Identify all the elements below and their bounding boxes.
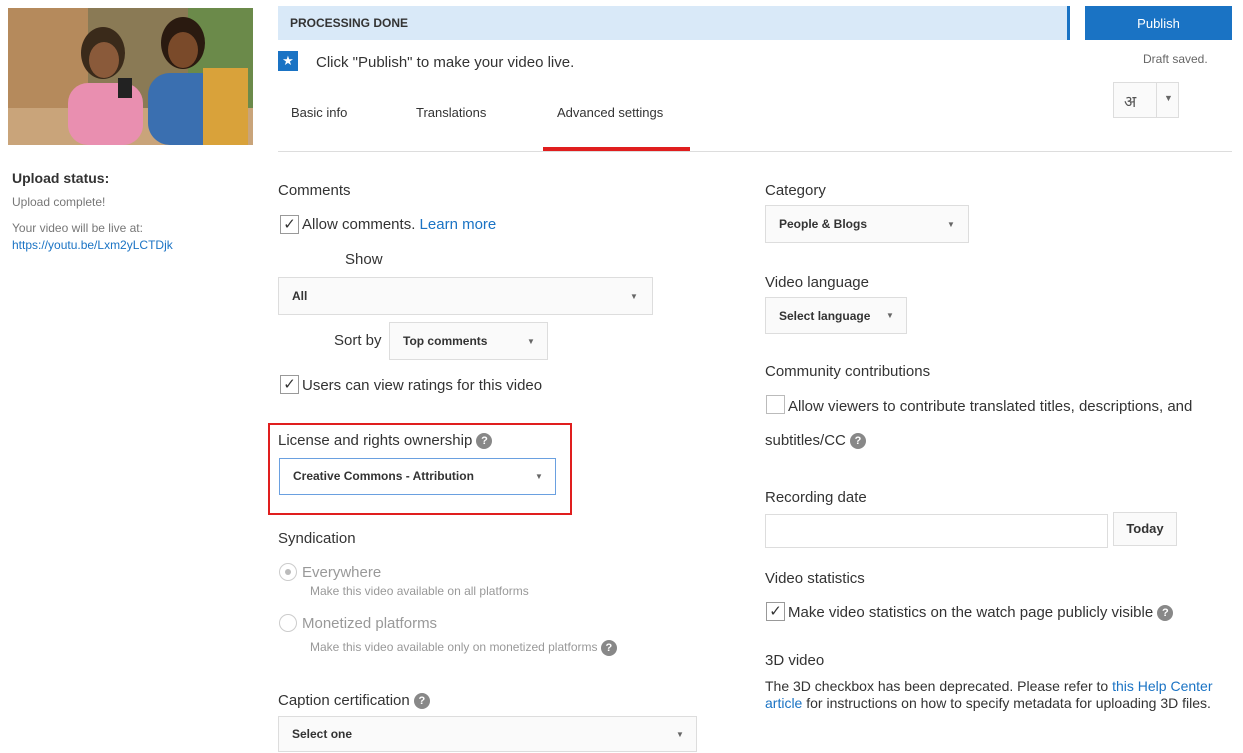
tab-translations[interactable]: Translations [416,105,486,120]
community-contributions-heading: Community contributions [765,363,931,380]
publish-button[interactable]: Publish [1085,6,1232,40]
video-language-heading: Video language [765,274,869,291]
allow-comments-text: Allow comments. [302,216,416,233]
community-contributions-label-line2: subtitles/CC [765,432,846,449]
help-icon[interactable]: ? [413,693,430,710]
help-icon[interactable]: ? [476,433,493,450]
monetized-label: Monetized platforms [302,615,438,632]
recording-date-heading: Recording date [765,489,867,506]
monetized-description: Make this video available only on moneti… [310,640,617,656]
allow-comments-label: Allow comments. Learn more [302,216,496,233]
language-glyph-icon: अ [1124,94,1137,111]
show-comments-value: All [292,289,308,303]
category-select[interactable]: People & Blogs ▼ [765,205,969,243]
caption-certification-label: Caption certification ? [278,692,430,710]
chevron-down-icon: ▼ [535,472,543,481]
3d-video-paragraph: The 3D checkbox has been deprecated. Ple… [765,678,1235,712]
3d-video-heading: 3D video [765,652,825,669]
learn-more-link[interactable]: Learn more [420,216,497,233]
3d-video-text-after: for instructions on how to specify metad… [802,695,1211,711]
chevron-down-icon: ▼ [527,337,535,346]
chevron-down-icon: ▼ [630,292,638,301]
everywhere-description: Make this video available on all platfor… [310,584,529,598]
monetized-description-text: Make this video available only on moneti… [310,640,598,655]
video-statistics-label: Make video statistics on the watch page … [788,604,1174,622]
monetized-radio[interactable] [279,614,297,632]
video-statistics-heading: Video statistics [765,570,865,587]
community-contributions-label: Allow viewers to contribute translated t… [788,398,1193,415]
license-heading-text: License and rights ownership [278,432,473,449]
syndication-heading: Syndication [278,530,356,547]
video-language-value: Select language [779,309,871,323]
category-heading: Category [765,182,826,199]
upload-status-text: Upload complete! [12,195,106,209]
upload-status-title: Upload status: [12,170,110,186]
tab-advanced-settings[interactable]: Advanced settings [557,105,663,120]
processing-status-bar: PROCESSING DONE [278,6,1070,40]
license-select[interactable]: Creative Commons - Attribution ▼ [279,458,556,495]
tab-basic-info[interactable]: Basic info [291,105,347,120]
today-button[interactable]: Today [1113,512,1177,546]
help-icon[interactable]: ? [1157,605,1174,622]
video-thumbnail [8,8,253,145]
category-value: People & Blogs [779,217,868,231]
video-url-link[interactable]: https://youtu.be/Lxm2yLCTDjk [12,238,173,252]
caption-certification-select[interactable]: Select one ▼ [278,716,697,752]
radio-selected-dot [285,569,291,575]
chevron-down-icon: ▼ [676,730,684,739]
show-comments-select[interactable]: All ▼ [278,277,653,315]
publish-hint-text: Click "Publish" to make your video live. [316,54,575,71]
sort-by-select[interactable]: Top comments ▼ [389,322,548,360]
license-heading: License and rights ownership ? [278,432,493,450]
comments-heading: Comments [278,182,351,199]
video-statistics-text: Make video statistics on the watch page … [788,604,1154,621]
sort-by-value: Top comments [403,334,488,348]
live-at-text: Your video will be live at: [12,221,143,235]
processing-status-text: PROCESSING DONE [290,16,409,30]
recording-date-input[interactable] [765,514,1108,548]
active-tab-indicator [543,147,690,151]
divider [1156,83,1157,117]
help-icon[interactable]: ? [850,433,867,450]
chevron-down-icon: ▼ [947,220,955,229]
view-ratings-label: Users can view ratings for this video [302,377,543,394]
caption-certification-value: Select one [292,727,353,741]
view-ratings-checkbox[interactable]: ✓ [280,375,299,394]
video-statistics-checkbox[interactable]: ✓ [766,602,785,621]
chevron-down-icon: ▼ [1164,93,1173,103]
community-contributions-checkbox[interactable] [766,395,785,414]
sort-by-label: Sort by [334,332,382,349]
input-language-dropdown[interactable]: अ ▼ [1113,82,1179,118]
allow-comments-checkbox[interactable]: ✓ [280,215,299,234]
help-icon[interactable]: ? [600,640,617,656]
show-label: Show [345,251,383,268]
tabs-divider [278,151,1232,152]
chevron-down-icon: ▼ [886,311,894,320]
video-language-select[interactable]: Select language ▼ [765,297,907,334]
3d-video-text-before: The 3D checkbox has been deprecated. Ple… [765,678,1113,694]
everywhere-label: Everywhere [302,564,382,581]
everywhere-radio[interactable] [279,563,297,581]
draft-saved-text: Draft saved. [1143,52,1208,66]
license-value: Creative Commons - Attribution [293,469,474,483]
star-icon: ★ [278,51,298,71]
community-contributions-label-cont: subtitles/CC ? [765,432,867,450]
caption-certification-heading: Caption certification [278,692,410,709]
